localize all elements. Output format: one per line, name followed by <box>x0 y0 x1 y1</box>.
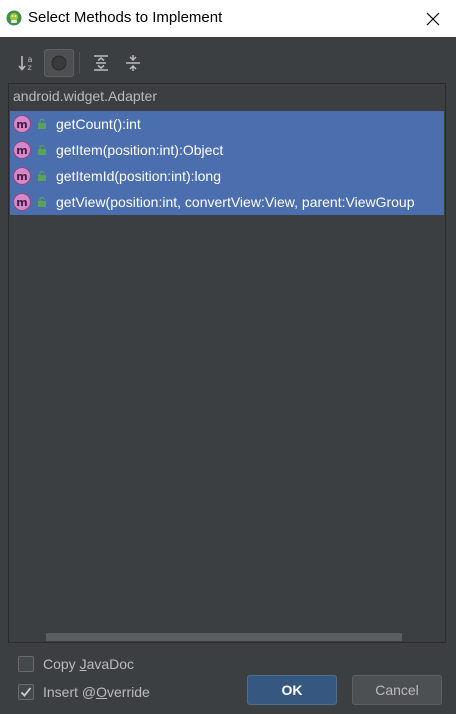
public-lock-icon <box>38 145 46 155</box>
ok-button[interactable]: OK <box>247 675 337 705</box>
checkmark-icon <box>20 687 32 697</box>
method-signature: getCount():int <box>56 116 141 132</box>
insert-override-checkbox[interactable] <box>18 684 34 700</box>
toolbar: a z <box>0 37 456 81</box>
insert-override-label[interactable]: Insert @Override <box>43 684 150 700</box>
insert-override-option[interactable]: Insert @Override <box>18 682 150 702</box>
show-classes-icon[interactable] <box>50 54 68 72</box>
method-icon: m <box>13 193 31 211</box>
sort-alphabetically-button[interactable]: a z <box>15 51 39 75</box>
toolbar-separator <box>79 52 80 74</box>
close-button[interactable] <box>410 0 456 37</box>
svg-text:z: z <box>28 63 32 72</box>
method-row-getitemid[interactable]: m getItemId(position:int):long <box>10 163 444 189</box>
show-classes-toggle[interactable] <box>44 49 74 77</box>
public-lock-icon <box>38 197 46 207</box>
method-icon: m <box>13 167 31 185</box>
collapse-all-button[interactable] <box>121 51 145 75</box>
method-signature: getItemId(position:int):long <box>56 168 221 184</box>
expand-all-button[interactable] <box>89 51 113 75</box>
method-signature: getView(position:int, convertView:View, … <box>56 194 415 210</box>
collapse-all-icon[interactable] <box>124 54 142 72</box>
android-studio-icon <box>6 10 22 26</box>
expand-all-icon[interactable] <box>92 54 110 72</box>
method-row-getitem[interactable]: m getItem(position:int):Object <box>10 137 444 163</box>
public-lock-icon <box>38 119 46 129</box>
public-lock-icon <box>38 171 46 181</box>
method-icon: m <box>13 141 31 159</box>
method-icon: m <box>13 115 31 133</box>
copy-javadoc-option[interactable]: Copy JavaDoc <box>18 654 134 674</box>
methods-tree[interactable]: android.widget.Adapter m getCount():int … <box>8 83 446 643</box>
title-bar: Select Methods to Implement <box>0 0 456 37</box>
horizontal-scrollbar-thumb[interactable] <box>46 633 402 641</box>
method-signature: getItem(position:int):Object <box>56 142 224 158</box>
copy-javadoc-label[interactable]: Copy JavaDoc <box>43 656 134 672</box>
select-methods-dialog: Select Methods to Implement a z android.… <box>0 0 456 714</box>
method-row-getcount[interactable]: m getCount():int <box>10 111 444 137</box>
copy-javadoc-checkbox[interactable] <box>18 656 34 672</box>
window-title: Select Methods to Implement <box>28 9 223 26</box>
cancel-button[interactable]: Cancel <box>352 675 442 705</box>
sort-alphabetically-icon[interactable]: a z <box>17 53 37 73</box>
horizontal-scrollbar[interactable] <box>9 632 445 642</box>
close-icon[interactable] <box>426 12 440 26</box>
class-group-header[interactable]: android.widget.Adapter <box>13 88 157 104</box>
method-row-getview[interactable]: m getView(position:int, convertView:View… <box>10 189 444 215</box>
